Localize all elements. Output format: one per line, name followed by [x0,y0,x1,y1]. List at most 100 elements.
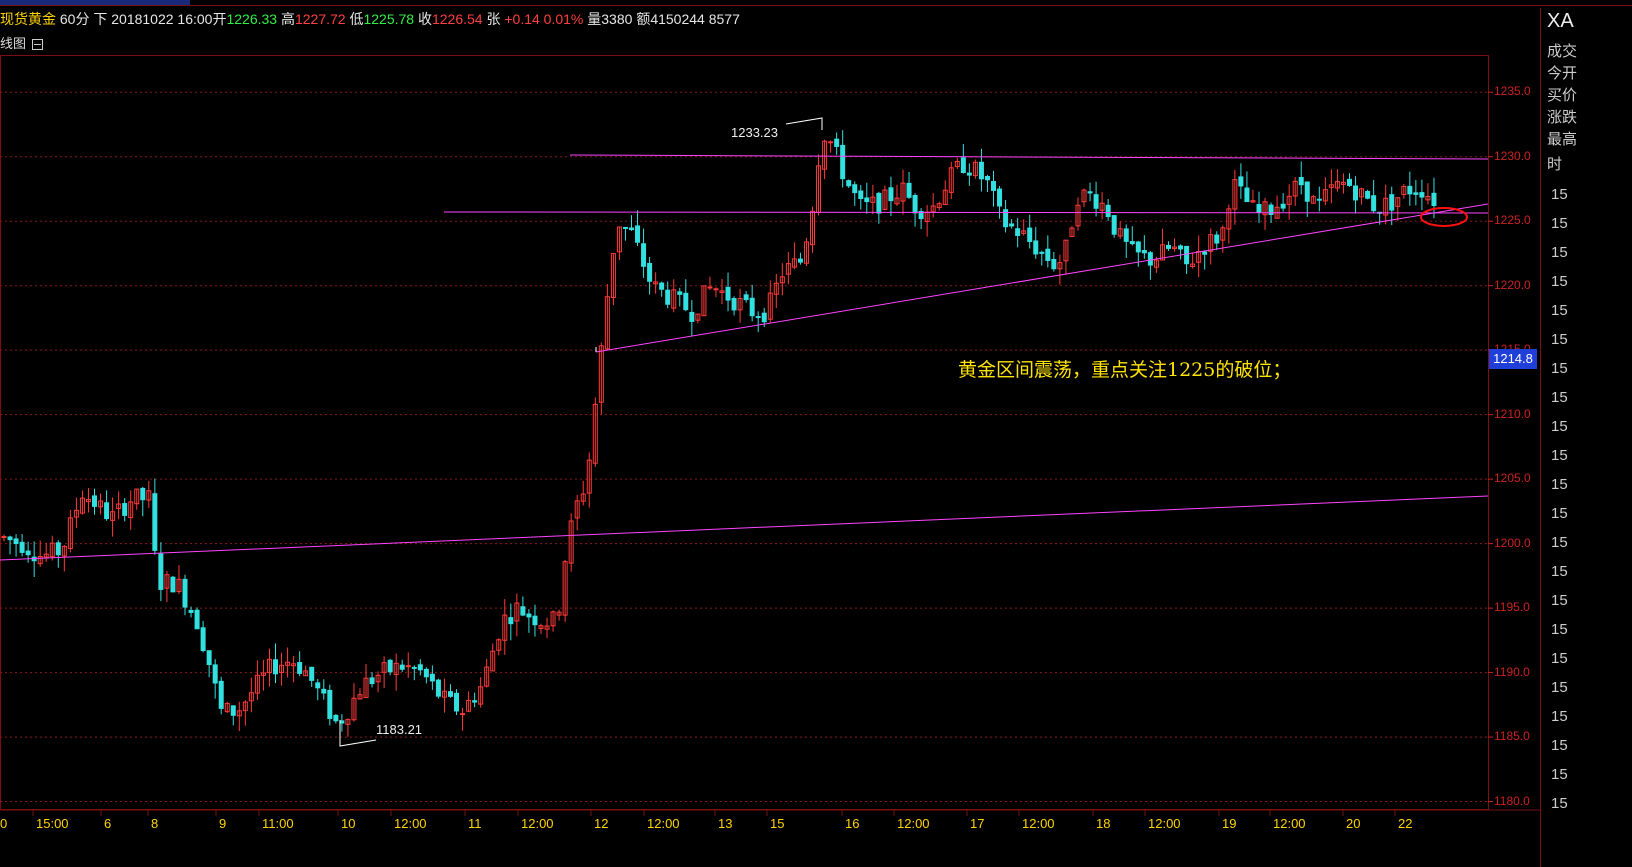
candle-body [731,297,737,311]
candle-body [1045,248,1051,261]
candle-body [417,664,423,671]
side-panel-label: 涨跌 [1547,109,1578,126]
support-trend-line [595,203,1489,353]
side-panel-value: 15 [1551,476,1568,493]
side-panel-label: 买价 [1547,87,1578,104]
quote-side-panel: XA 成交 今开 买价 涨跌 最高时 15 15 15 15 15 15 15 15 15 15 15 15 1… [1540,8,1632,867]
candle-body [1280,203,1286,209]
side-panel-value: 15 [1551,563,1568,580]
y-tick-label: 1235.0 [1494,84,1531,99]
candle-body [122,503,128,516]
candle-body [1147,252,1153,266]
candle-body [876,192,882,214]
x-tick-label: 11 [468,816,482,831]
candle-body [387,659,393,673]
candle-body [92,495,98,507]
candle-body [997,188,1003,207]
candle-body [1178,245,1184,250]
candle-body [906,182,912,198]
breakout-highlight-ellipse [1420,207,1468,227]
candle-body [1039,251,1045,254]
candle-body [1165,244,1171,249]
chart-annotation: 黄金区间震荡，重点关注1225的破位； [958,359,1292,381]
candle-body [405,665,411,668]
candle-body [1214,234,1220,244]
side-panel-value: 15 [1551,679,1568,696]
y-tick-label: 1230.0 [1494,148,1531,163]
candle-body [1419,192,1425,198]
candle-body [55,542,61,556]
side-panel-value: 15 [1551,592,1568,609]
candle-body [1413,192,1419,195]
candle-body [1105,204,1111,218]
candle-body [218,680,224,709]
side-panel-value: 15 [1551,795,1568,812]
candle-body [641,243,647,267]
candle-body [411,666,417,669]
side-panel-label: 最高 [1547,131,1578,148]
x-tick-label: 8 [151,816,159,831]
candle-body [333,714,339,722]
candle-body [1407,185,1413,195]
x-tick-label: 12:00 [521,816,554,831]
candle-body [840,144,846,180]
candle-body [1009,223,1015,227]
candle-body [230,705,236,716]
candle-body [1244,187,1250,203]
candle-body [170,576,176,593]
y-tick-label: 1205.0 [1494,471,1531,486]
current-price-tag: 1214.8 [1489,349,1537,369]
candle-body [1027,227,1033,242]
candle-body [1087,191,1093,194]
candle-body [19,541,25,553]
candle-body [182,578,188,608]
side-panel-value: 15 [1551,331,1568,348]
x-tick-label: 12:00 [394,816,427,831]
candle-body [912,195,918,214]
side-panel-value: 15 [1551,186,1568,203]
candle-body [1015,228,1021,236]
candle-body [628,227,634,231]
y-tick-label: 1210.0 [1494,406,1531,421]
y-tick-label: 1200.0 [1494,535,1531,550]
side-panel-value: 15 [1551,650,1568,667]
candle-body [1365,190,1371,199]
candle-body [1141,250,1147,254]
y-tick-label: 1195.0 [1494,600,1530,615]
candle-body [152,493,158,551]
y-tick-label: 1190.0 [1494,664,1530,679]
candle-body [399,664,405,670]
candle-body [828,141,834,144]
candle-body [647,262,653,282]
candle-body [454,692,460,712]
candle-body [460,713,466,716]
candle-body [1316,198,1322,201]
candle-body [864,197,870,203]
x-tick-label: 12 [594,816,609,831]
candle-body [761,312,767,323]
candle-body [369,677,375,685]
candle-body [683,292,689,311]
x-tick-label: 9 [219,816,227,831]
candle-body [1051,258,1057,270]
x-tick-label: 12:00 [1148,816,1181,831]
candle-body [1298,176,1304,186]
candle-body [13,538,19,545]
candle-body [188,609,194,613]
candle-body [140,487,146,501]
candle-body [532,615,538,626]
side-panel-value: 15 [1551,621,1568,638]
candle-body [1033,240,1039,255]
candle-body [435,679,441,697]
side-panel-value: 15 [1551,244,1568,261]
resistance-line-lower [443,211,1489,214]
candle-body [309,666,315,681]
x-tick-label: 19 [1222,816,1237,831]
candle-body [1093,194,1099,209]
side-panel-title: XA [1547,10,1574,32]
side-panel-value: 15 [1551,360,1568,377]
candle-body [665,289,671,305]
side-panel-value: 15 [1551,534,1568,551]
candle-body [508,617,514,625]
side-panel-value: 15 [1551,737,1568,754]
